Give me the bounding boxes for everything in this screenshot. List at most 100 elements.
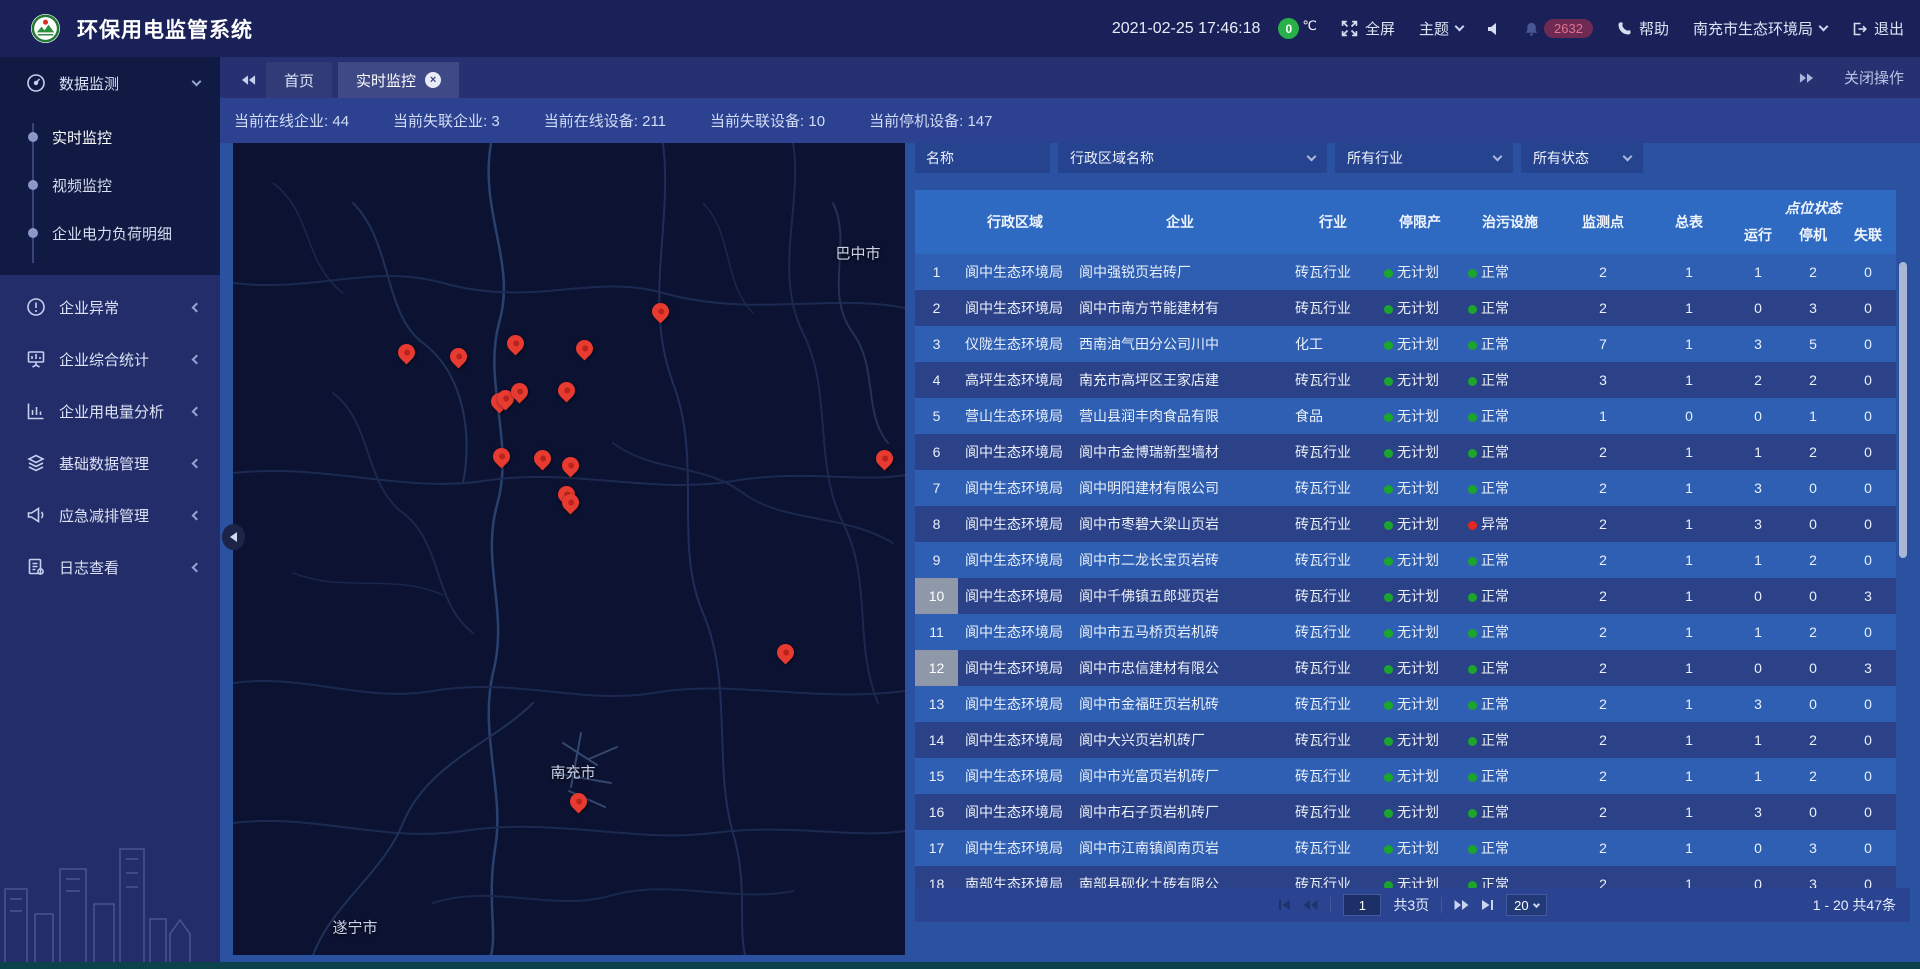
table-row[interactable]: 18 南部生态环境局 南部县砚化土砖有限公 砖瓦行业 无计划 正常 2 1 0 … (915, 866, 1896, 888)
divider (1441, 897, 1442, 913)
chevron-left-icon (192, 354, 202, 364)
logout-label: 退出 (1874, 18, 1904, 39)
table-row[interactable]: 16 阆中生态环境局 阆中市石子页岩机砖厂 砖瓦行业 无计划 正常 2 1 3 … (915, 794, 1896, 830)
row-index: 7 (915, 470, 958, 506)
sidebar-item-emergency-reduction[interactable]: 应急减排管理 (0, 489, 220, 541)
row-disconnected-count: 0 (1840, 794, 1896, 830)
industry-filter-select[interactable]: 所有行业 (1335, 143, 1513, 173)
table-row[interactable]: 12 阆中生态环境局 阆中市忠信建材有限公 砖瓦行业 无计划 正常 2 1 0 … (915, 650, 1896, 686)
table-row[interactable]: 8 阆中生态环境局 阆中市枣碧大梁山页岩 砖瓦行业 无计划 异常 2 1 3 0… (915, 506, 1896, 542)
row-limit-label: 无计划 (1397, 804, 1439, 820)
map-panel[interactable]: 巴中市南充市遂宁市 (233, 143, 905, 955)
row-running-count: 3 (1730, 470, 1786, 506)
megaphone-icon (26, 505, 46, 525)
table-row[interactable]: 4 高坪生态环境局 南充市高坪区王家店建 砖瓦行业 无计划 正常 3 1 2 2… (915, 362, 1896, 398)
row-disconnected-count: 0 (1840, 434, 1896, 470)
row-facility-label: 正常 (1481, 264, 1509, 280)
sidebar-subitem-power-load-detail[interactable]: 企业电力负荷明细 (0, 209, 220, 257)
row-total-meter-count: 1 (1648, 722, 1730, 758)
row-facility-status: 正常 (1462, 434, 1558, 470)
region-filter-select[interactable]: 行政区域名称 (1058, 143, 1327, 173)
tab-home[interactable]: 首页 (266, 62, 332, 98)
table-row[interactable]: 1 阆中生态环境局 阆中强锐页岩砖厂 砖瓦行业 无计划 正常 2 1 1 2 0 (915, 254, 1896, 290)
row-industry: 化工 (1288, 326, 1378, 362)
row-disconnected-count: 0 (1840, 290, 1896, 326)
last-page-button[interactable] (1481, 899, 1494, 911)
tabs-scroll-left-button[interactable] (230, 62, 266, 98)
table-row[interactable]: 17 阆中生态环境局 阆中市江南镇阆南页岩 砖瓦行业 无计划 正常 2 1 0 … (915, 830, 1896, 866)
table-row[interactable]: 15 阆中生态环境局 阆中市光富页岩机砖厂 砖瓦行业 无计划 正常 2 1 1 … (915, 758, 1896, 794)
row-disconnected-count: 0 (1840, 506, 1896, 542)
table-row[interactable]: 5 营山生态环境局 营山县润丰肉食品有限 食品 无计划 正常 1 0 0 1 0 (915, 398, 1896, 434)
org-label: 南充市生态环境局 (1693, 18, 1813, 39)
status-filter-select[interactable]: 所有状态 (1521, 143, 1643, 173)
row-limit-label: 无计划 (1397, 696, 1439, 712)
name-filter-input[interactable] (915, 143, 1050, 173)
status-dot (1384, 701, 1393, 710)
row-monitor-count: 2 (1558, 614, 1648, 650)
sidebar-subitem-video-monitor[interactable]: 视频监控 (0, 161, 220, 209)
status-dot (1384, 341, 1393, 350)
status-dot (1384, 665, 1393, 674)
status-dot (1384, 809, 1393, 818)
sidebar-item-enterprise-statistics[interactable]: 企业综合统计 (0, 333, 220, 385)
table-row[interactable]: 3 仪陇生态环境局 西南油气田分公司川中 化工 无计划 正常 7 1 3 5 0 (915, 326, 1896, 362)
sidebar-item-log-view[interactable]: 日志查看 (0, 541, 220, 593)
sidebar-item-enterprise-abnormal[interactable]: 企业异常 (0, 281, 220, 333)
previous-page-button[interactable] (1303, 899, 1318, 911)
page-number-input[interactable] (1343, 894, 1381, 916)
close-tab-icon[interactable]: × (425, 72, 441, 88)
sidebar: 数据监测 实时监控 视频监控 企业电力负荷明细 企业异常 企业综合统计 (0, 57, 220, 969)
table-row[interactable]: 11 阆中生态环境局 阆中市五马桥页岩机砖 砖瓦行业 无计划 正常 2 1 1 … (915, 614, 1896, 650)
page-size-select[interactable]: 20 (1506, 894, 1546, 916)
row-company: 南充市高坪区王家店建 (1072, 362, 1288, 398)
row-region: 阆中生态环境局 (958, 794, 1072, 830)
row-facility-status: 正常 (1462, 830, 1558, 866)
row-index: 10 (915, 578, 958, 614)
table-scrollbar[interactable] (1899, 262, 1907, 558)
total-pages-label: 共3页 (1393, 895, 1429, 915)
table-row[interactable]: 10 阆中生态环境局 阆中千佛镇五郎垭页岩 砖瓦行业 无计划 正常 2 1 0 … (915, 578, 1896, 614)
table-row[interactable]: 9 阆中生态环境局 阆中市二龙长宝页岩砖 砖瓦行业 无计划 正常 2 1 1 2… (915, 542, 1896, 578)
first-page-button[interactable] (1278, 899, 1291, 911)
status-dot (1468, 341, 1477, 350)
row-monitor-count: 2 (1558, 434, 1648, 470)
col-group-point-status: 点位状态 (1730, 198, 1896, 218)
table-row[interactable]: 6 阆中生态环境局 阆中市金博瑞新型墙材 砖瓦行业 无计划 正常 2 1 1 2… (915, 434, 1896, 470)
table-row[interactable]: 7 阆中生态环境局 阆中明阳建材有限公司 砖瓦行业 无计划 正常 2 1 3 0… (915, 470, 1896, 506)
logout-button[interactable]: 退出 (1851, 18, 1904, 39)
row-total-meter-count: 1 (1648, 686, 1730, 722)
table-row[interactable]: 14 阆中生态环境局 阆中大兴页岩机砖厂 砖瓦行业 无计划 正常 2 1 1 2… (915, 722, 1896, 758)
sidebar-item-data-monitor[interactable]: 数据监测 (0, 57, 220, 109)
sidebar-collapse-handle[interactable] (222, 524, 245, 550)
row-limit-label: 无计划 (1397, 624, 1439, 640)
row-stopped-count: 2 (1786, 254, 1840, 290)
row-facility-status: 正常 (1462, 542, 1558, 578)
row-monitor-count: 3 (1558, 362, 1648, 398)
row-disconnected-count: 0 (1840, 398, 1896, 434)
sidebar-subitem-realtime-monitor[interactable]: 实时监控 (0, 113, 220, 161)
help-button[interactable]: 帮助 (1617, 18, 1669, 39)
org-dropdown[interactable]: 南充市生态环境局 (1693, 18, 1827, 39)
row-monitor-count: 2 (1558, 794, 1648, 830)
next-page-button[interactable] (1454, 899, 1469, 911)
row-limit-status: 无计划 (1378, 758, 1462, 794)
sidebar-submenu: 实时监控 视频监控 企业电力负荷明细 (0, 109, 220, 267)
sidebar-item-base-data[interactable]: 基础数据管理 (0, 437, 220, 489)
col-total-meter: 总表 (1648, 190, 1730, 254)
row-limit-label: 无计划 (1397, 408, 1439, 424)
tab-realtime-monitor[interactable]: 实时监控 × (338, 62, 459, 98)
status-dot (1384, 773, 1393, 782)
status-dot (1384, 629, 1393, 638)
theme-dropdown[interactable]: 主题 (1419, 18, 1463, 39)
mute-button[interactable] (1487, 22, 1500, 36)
fullscreen-button[interactable]: 全屏 (1341, 18, 1395, 39)
table-row[interactable]: 2 阆中生态环境局 阆中市南方节能建材有 砖瓦行业 无计划 正常 2 1 0 3… (915, 290, 1896, 326)
sidebar-item-power-analysis[interactable]: 企业用电量分析 (0, 385, 220, 437)
close-operations-button[interactable]: 关闭操作 (1844, 67, 1904, 88)
row-facility-label: 正常 (1481, 372, 1509, 388)
alarm-area[interactable]: 2632 (1524, 19, 1593, 38)
table-row[interactable]: 13 阆中生态环境局 阆中市金福旺页岩机砖 砖瓦行业 无计划 正常 2 1 3 … (915, 686, 1896, 722)
tabs-scroll-right-button[interactable] (1799, 72, 1814, 84)
chevron-down-icon (1307, 152, 1317, 162)
